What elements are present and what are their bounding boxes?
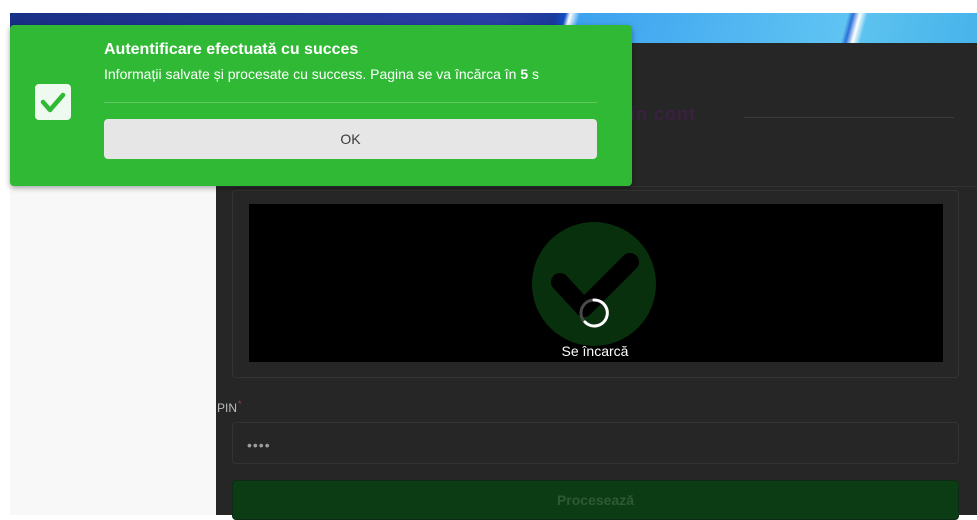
toast-divider xyxy=(104,102,597,103)
pin-label-text: PIN xyxy=(217,401,238,415)
success-toast: Autentificare efectuată cu succes Inform… xyxy=(10,25,632,186)
toast-message-text: Informații salvate și procesate cu succe… xyxy=(104,66,517,82)
required-marker: * xyxy=(238,399,242,409)
ok-button[interactable]: OK xyxy=(104,119,597,159)
countdown-unit: s xyxy=(532,66,539,82)
pin-label: PIN* xyxy=(217,399,242,415)
title-divider xyxy=(744,117,954,118)
pin-input[interactable]: •••• xyxy=(232,422,959,464)
section-divider xyxy=(216,186,977,187)
loading-text: Se încarcă xyxy=(561,343,629,359)
process-button[interactable]: Procesează xyxy=(232,480,959,520)
toast-message: Informații salvate și procesate cu succe… xyxy=(104,66,539,82)
countdown-value: 5 xyxy=(520,66,529,82)
toast-title: Autentificare efectuată cu succes xyxy=(104,41,359,58)
spinner-icon xyxy=(579,298,609,328)
form-title: în cont xyxy=(630,104,696,124)
checkbox-check-icon xyxy=(35,84,71,120)
